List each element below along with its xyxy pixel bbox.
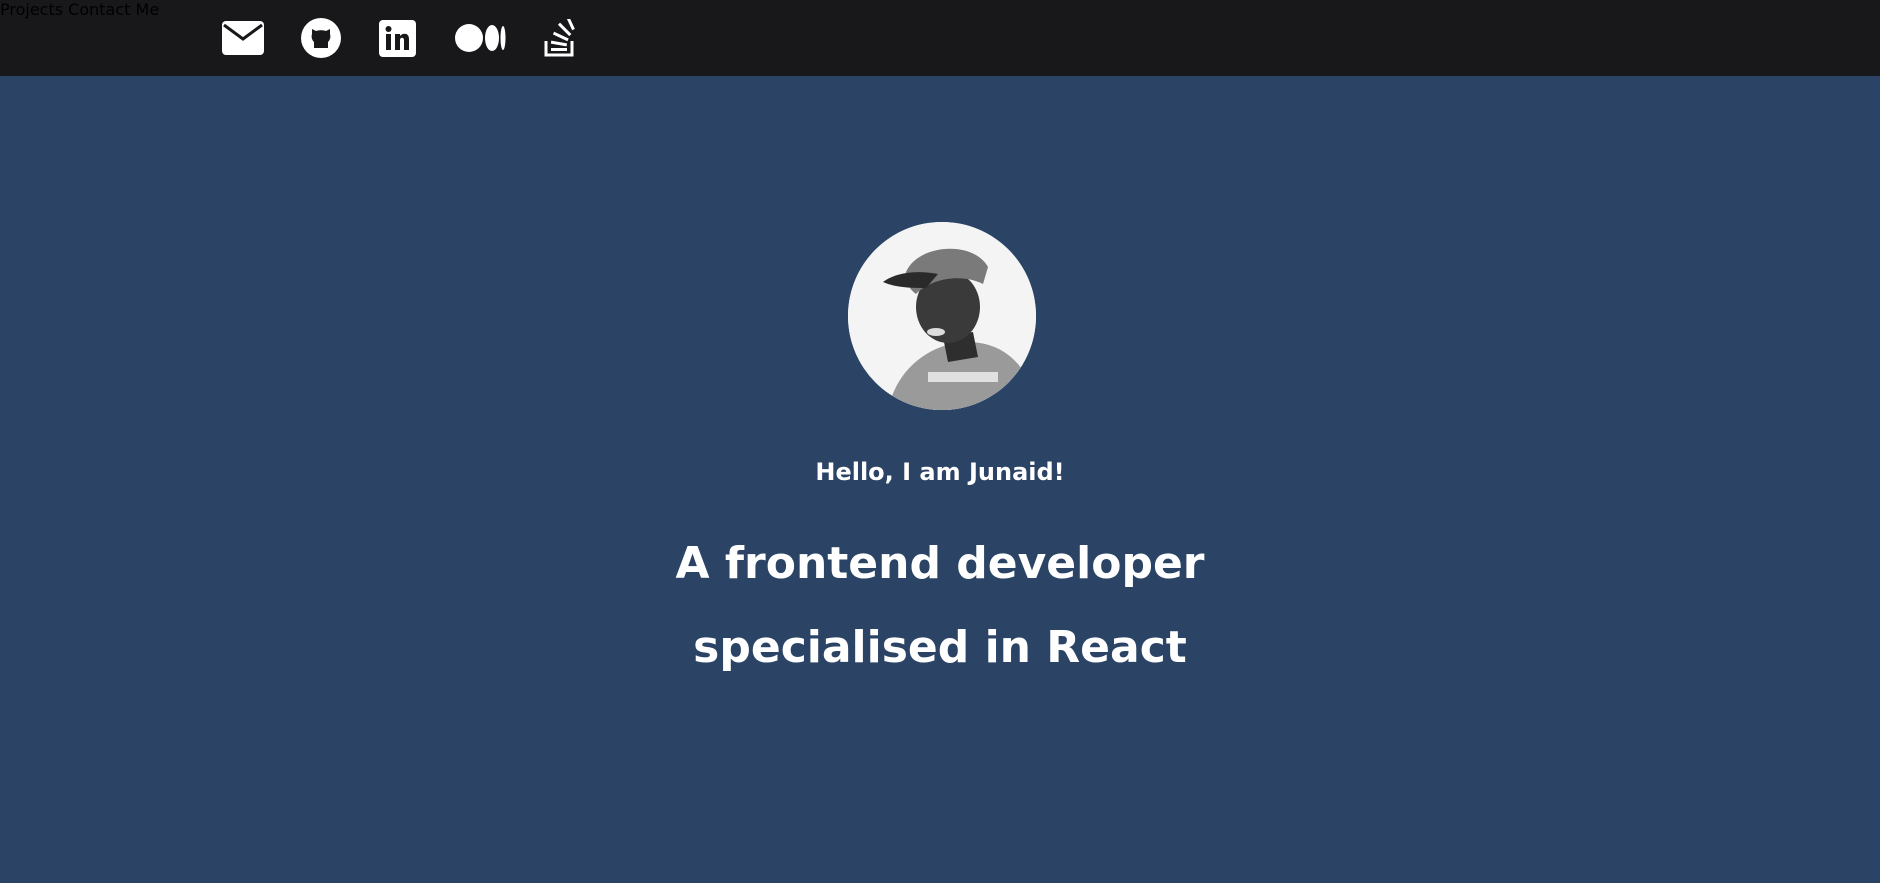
- email-link[interactable]: [222, 0, 264, 76]
- greeting-text: Hello, I am Junaid!: [815, 458, 1065, 486]
- medium-link[interactable]: [455, 0, 506, 76]
- github-icon: [301, 18, 341, 58]
- envelope-icon: [222, 21, 264, 55]
- stackoverflow-icon: [544, 19, 576, 57]
- linkedin-link[interactable]: [379, 0, 416, 76]
- headline-line-1: A frontend developer: [675, 538, 1205, 589]
- top-navigation-bar: Projects Contact Me: [0, 0, 1880, 76]
- medium-icon: [455, 23, 506, 53]
- nav-link-projects[interactable]: Projects: [0, 0, 63, 19]
- linkedin-icon: [379, 19, 416, 57]
- nav-link-contact-me[interactable]: Contact Me: [68, 0, 159, 19]
- headline-line-2: specialised in React: [693, 622, 1187, 673]
- avatar: [848, 222, 1036, 410]
- github-link[interactable]: [301, 0, 341, 76]
- stackoverflow-link[interactable]: [544, 0, 576, 76]
- hero-section: Hello, I am Junaid! A frontend developer…: [0, 76, 1880, 883]
